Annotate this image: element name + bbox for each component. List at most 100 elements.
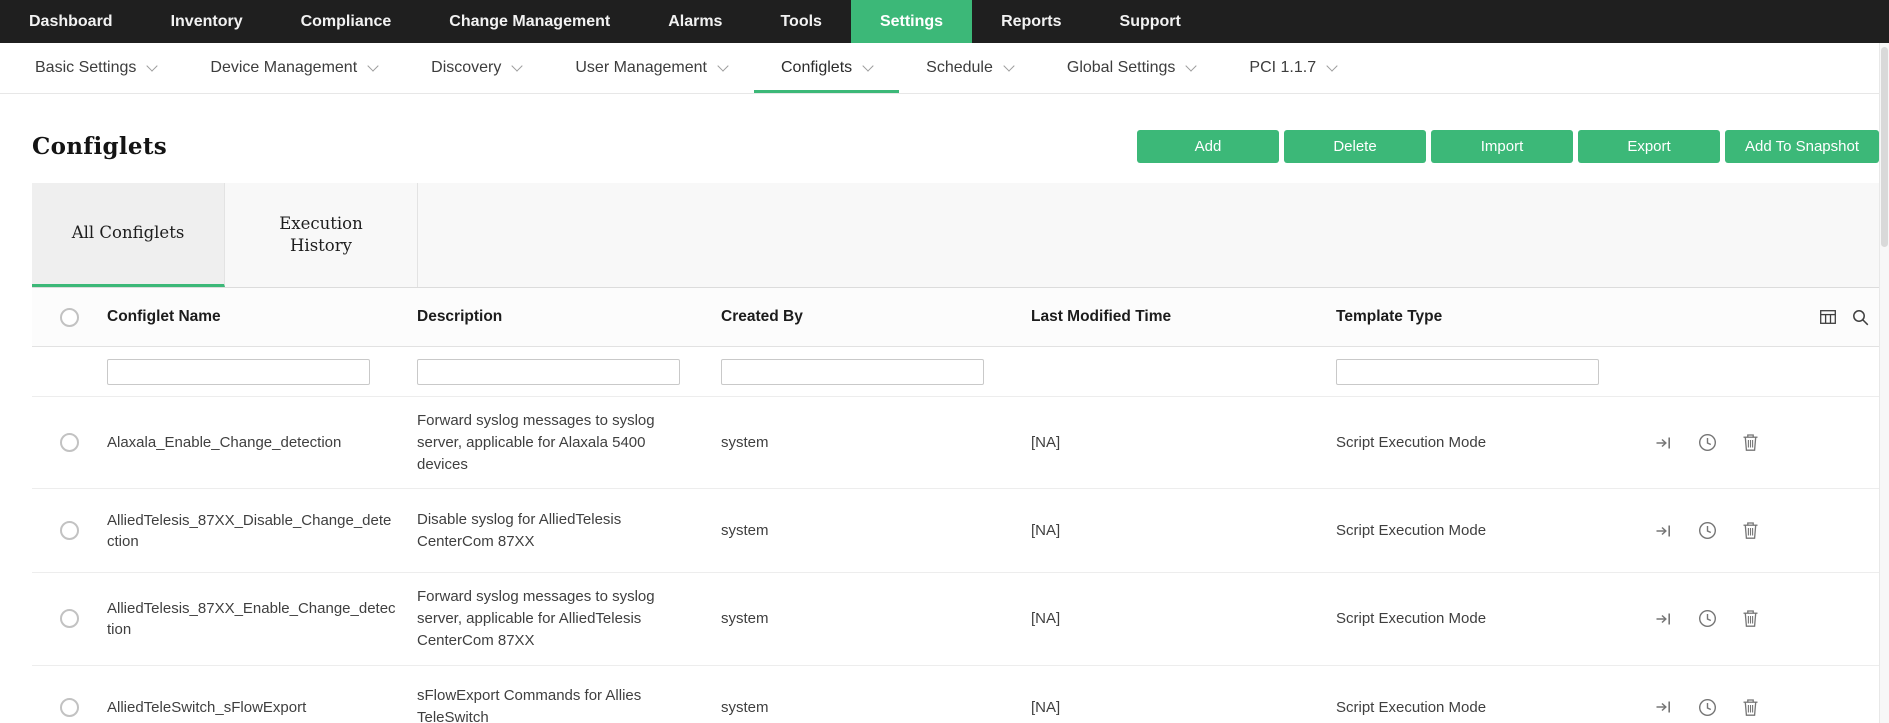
page-header: Configlets Add Delete Import Export Add …	[0, 94, 1889, 163]
topnav-item[interactable]: Settings	[850, 0, 973, 43]
topnav-item-label: Settings	[879, 12, 944, 30]
topnav-item[interactable]: Alarms	[639, 0, 751, 43]
filter-input-description[interactable]	[417, 358, 680, 385]
column-header-created-by: Created By	[721, 308, 803, 325]
action-button[interactable]: Export	[1578, 130, 1721, 163]
history-icon[interactable]	[1698, 698, 1717, 717]
topnav-item[interactable]: Inventory	[142, 0, 272, 43]
tab-label: Execution History	[279, 213, 363, 255]
row-select-radio[interactable]	[60, 521, 79, 541]
history-icon[interactable]	[1698, 609, 1717, 628]
tab[interactable]: Execution History	[225, 183, 418, 287]
table-row[interactable]: AlliedTelesis_87XX_Disable_Change_detect…	[32, 489, 1879, 574]
table-row[interactable]: Alaxala_Enable_Change_detection Forward …	[32, 397, 1879, 490]
chevron-down-icon	[1185, 60, 1198, 72]
row-select-radio[interactable]	[60, 609, 79, 629]
column-header-configlet-name: Configlet Name	[107, 308, 221, 325]
cell-configlet-name: AlliedTelesis_87XX_Disable_Change_detect…	[107, 511, 392, 550]
topnav-item[interactable]: Reports	[972, 0, 1090, 43]
cell-last-modified-time: [NA]	[1031, 610, 1061, 628]
topnav-item-label: Dashboard	[29, 12, 113, 30]
search-icon[interactable]	[1852, 309, 1869, 326]
subnav-item-label: User Management	[575, 59, 707, 76]
topnav-item[interactable]: Change Management	[420, 0, 639, 43]
column-header-last-modified-time: Last Modified Time	[1031, 308, 1172, 325]
tab[interactable]: All Configlets	[32, 183, 225, 287]
action-button[interactable]: Add	[1137, 130, 1280, 163]
subnav-item[interactable]: Configlets	[754, 43, 899, 93]
delete-icon[interactable]	[1743, 698, 1758, 716]
tab-label: All Configlets	[71, 223, 185, 243]
secondary-nav: Basic Settings Device Management Discove…	[0, 43, 1889, 94]
cell-template-type: Script Execution Mode	[1336, 434, 1487, 452]
execute-icon[interactable]	[1656, 612, 1672, 626]
delete-icon[interactable]	[1743, 522, 1758, 540]
table-header: Configlet Name Description Created By La…	[32, 288, 1879, 347]
execute-icon[interactable]	[1656, 524, 1672, 538]
filter-input-configlet-name[interactable]	[107, 358, 370, 385]
cell-configlet-name: AlliedTelesis_87XX_Enable_Change_detecti…	[107, 599, 396, 638]
subnav-item[interactable]: Device Management	[183, 43, 404, 93]
delete-icon[interactable]	[1743, 610, 1758, 628]
filter-input-template-type[interactable]	[1336, 358, 1599, 385]
column-chooser-icon[interactable]	[1820, 309, 1836, 326]
topnav-item[interactable]: Compliance	[272, 0, 421, 43]
subnav-item[interactable]: Global Settings	[1040, 43, 1223, 93]
topnav-item[interactable]: Support	[1091, 0, 1210, 43]
chevron-down-icon	[367, 60, 379, 72]
chevron-down-icon	[511, 60, 524, 72]
chevron-down-icon	[1326, 60, 1338, 72]
table-row[interactable]: AlliedTeleSwitch_sFlowExport sFlowExport…	[32, 665, 1879, 723]
action-button[interactable]: Import	[1431, 130, 1574, 163]
scrollbar-thumb[interactable]	[1881, 47, 1888, 247]
subnav-item-label: Basic Settings	[35, 59, 137, 76]
column-header-description: Description	[417, 308, 503, 325]
execute-icon[interactable]	[1656, 700, 1672, 714]
row-select-radio[interactable]	[60, 433, 79, 453]
cell-template-type: Script Execution Mode	[1336, 610, 1487, 628]
subnav-item[interactable]: User Management	[548, 43, 754, 93]
cell-created-by: system	[721, 698, 769, 716]
vertical-scrollbar[interactable]	[1879, 43, 1889, 723]
primary-nav: Dashboard Inventory Compliance Change Ma…	[0, 0, 1889, 43]
cell-last-modified-time: [NA]	[1031, 698, 1061, 716]
select-all-radio[interactable]	[60, 307, 79, 327]
table-header-tools	[1820, 309, 1879, 326]
cell-last-modified-time: [NA]	[1031, 434, 1061, 452]
topnav-item-label: Reports	[1001, 12, 1062, 30]
column-header-template-type: Template Type	[1336, 308, 1443, 325]
subnav-item[interactable]: Discovery	[404, 43, 548, 93]
cell-created-by: system	[721, 434, 769, 452]
chevron-down-icon	[862, 60, 874, 72]
action-button[interactable]: Add To Snapshot	[1725, 130, 1879, 163]
history-icon[interactable]	[1698, 433, 1717, 452]
cell-created-by: system	[721, 610, 769, 628]
table-body: Alaxala_Enable_Change_detection Forward …	[32, 397, 1879, 723]
action-button[interactable]: Delete	[1284, 130, 1427, 163]
topnav-item-label: Support	[1119, 12, 1181, 30]
row-actions	[1656, 521, 1879, 540]
filter-input-created-by[interactable]	[721, 358, 984, 385]
cell-configlet-name: Alaxala_Enable_Change_detection	[107, 434, 342, 452]
row-actions	[1656, 433, 1879, 452]
topnav-item-label: Change Management	[449, 12, 611, 30]
cell-description: Forward syslog messages to syslog server…	[417, 412, 655, 473]
action-buttons: Add Delete Import Export Add To Snapshot	[1137, 130, 1879, 163]
delete-icon[interactable]	[1743, 434, 1758, 451]
topnav-item-label: Compliance	[300, 12, 392, 30]
subnav-item[interactable]: Schedule	[899, 43, 1040, 93]
table-row[interactable]: AlliedTelesis_87XX_Enable_Change_detecti…	[32, 573, 1879, 666]
history-icon[interactable]	[1698, 521, 1717, 540]
subnav-item-label: Configlets	[781, 59, 853, 76]
topnav-item[interactable]: Tools	[751, 0, 850, 43]
topnav-item[interactable]: Dashboard	[0, 0, 142, 43]
subnav-item-label: Global Settings	[1066, 59, 1176, 76]
cell-template-type: Script Execution Mode	[1336, 522, 1487, 540]
topnav-item-label: Alarms	[668, 12, 723, 30]
execute-icon[interactable]	[1656, 436, 1672, 450]
subnav-item[interactable]: Basic Settings	[8, 43, 183, 93]
row-actions	[1656, 609, 1879, 628]
row-select-radio[interactable]	[60, 697, 79, 717]
subnav-item[interactable]: PCI 1.1.7	[1222, 43, 1363, 93]
chevron-down-icon	[1003, 60, 1015, 72]
